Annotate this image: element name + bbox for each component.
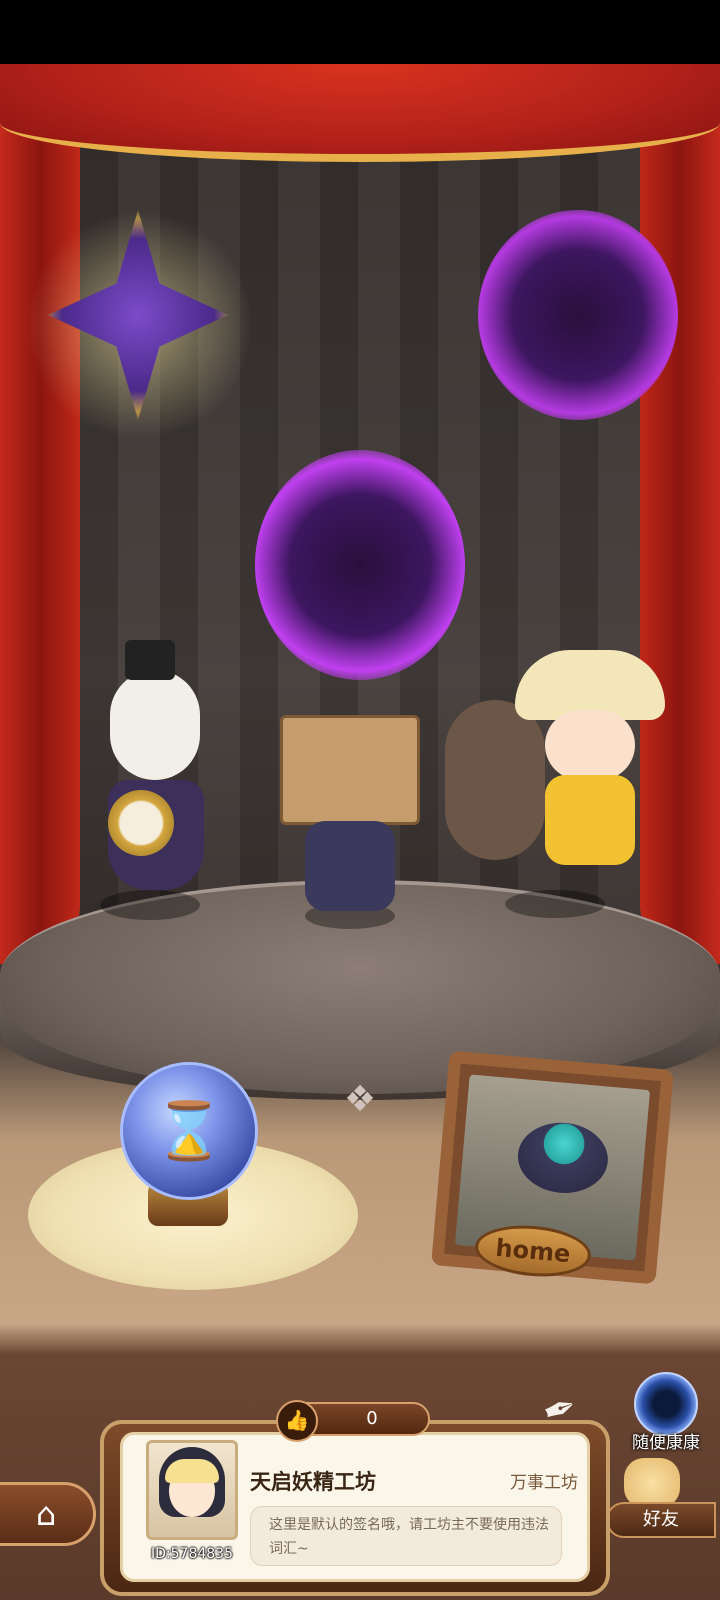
friends-icon: [624, 1458, 680, 1508]
character-shadow: [505, 890, 605, 918]
friends-button[interactable]: 好友: [606, 1458, 716, 1540]
rabbit-girl-character[interactable]: [70, 640, 230, 940]
scale-emblem[interactable]: [255, 450, 465, 680]
avatar[interactable]: [146, 1440, 238, 1540]
character-head: [110, 670, 200, 780]
pocket-watch-icon: [108, 790, 174, 856]
cardboard-box-head: [280, 715, 420, 825]
hourglass-icon: ⌛: [154, 1099, 224, 1164]
curtain-valance: [0, 64, 720, 162]
portal-icon: [634, 1372, 698, 1436]
stage-ornament-icon: ❖: [343, 1079, 377, 1120]
character-body: [305, 821, 395, 911]
user-id: ID:5784835: [151, 1546, 233, 1562]
cauldron-icon: [514, 1119, 611, 1197]
friends-label: 好友: [606, 1502, 716, 1538]
random-visit-button[interactable]: 随便康康: [616, 1372, 716, 1453]
thumbs-up-icon: 👍: [276, 1400, 318, 1442]
box-head-character[interactable]: [275, 705, 425, 935]
status-bar: [0, 0, 720, 64]
monkey-plush: [445, 700, 545, 860]
crystal-orb-button[interactable]: ⌛: [120, 1062, 258, 1200]
home-icon: ⌂: [35, 1495, 57, 1533]
workshop-name: 天启妖精工坊: [250, 1470, 376, 1494]
workshop-type: 万事工坊: [510, 1473, 578, 1493]
like-counter[interactable]: 👍 0: [276, 1400, 430, 1442]
signature-text: 这里是默认的签名哦，请工坊主不要使用违法词汇~: [250, 1506, 562, 1566]
character-body: [545, 775, 635, 865]
home-button[interactable]: ⌂: [0, 1482, 96, 1546]
avatar-hair: [165, 1459, 219, 1483]
wolf-emblem[interactable]: [478, 210, 678, 420]
like-count: 0: [366, 1408, 378, 1429]
random-visit-label: 随便康康: [632, 1433, 700, 1453]
character-head: [545, 710, 635, 780]
character-shadow: [100, 890, 200, 920]
boy-with-monkey-character[interactable]: [445, 650, 670, 940]
top-hat-icon: [125, 640, 175, 680]
